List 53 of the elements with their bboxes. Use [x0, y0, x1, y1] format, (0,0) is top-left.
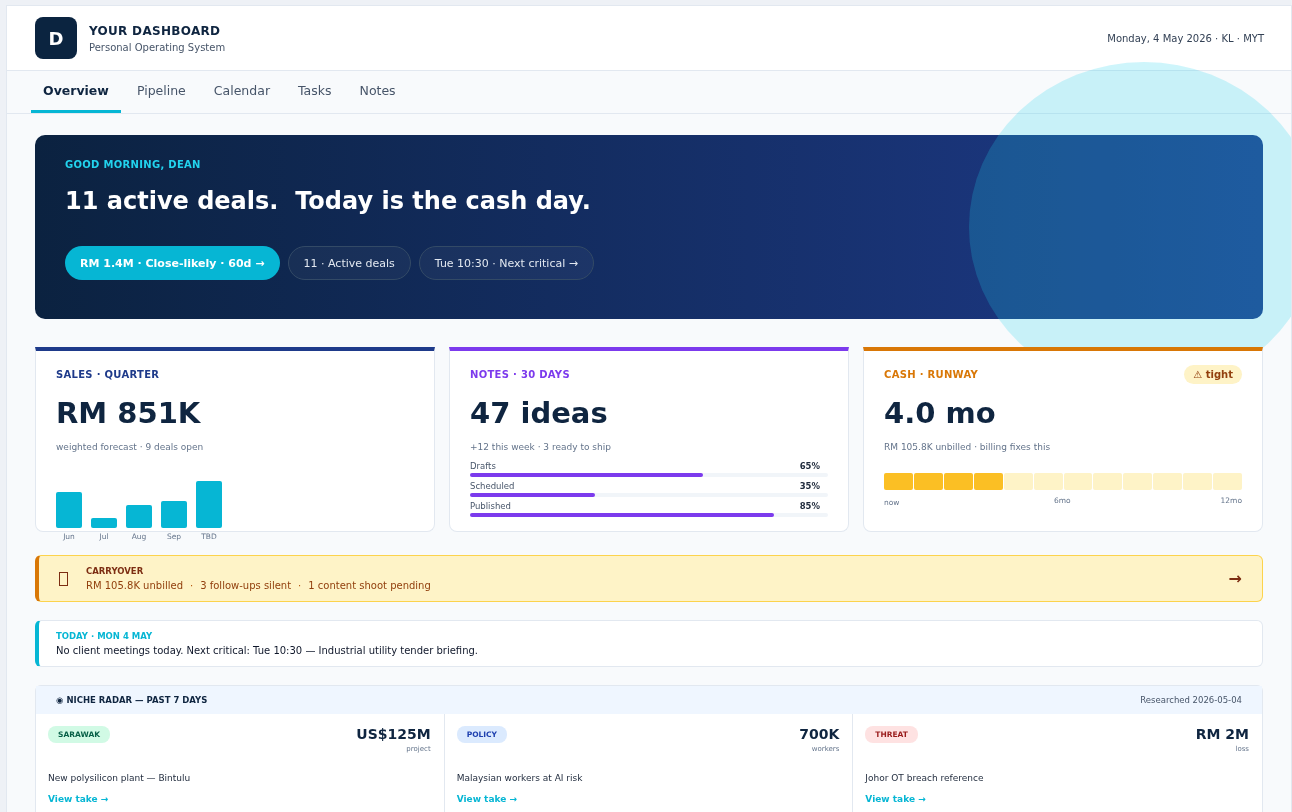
carryover-item: 1 content shoot pending	[308, 580, 431, 591]
progress-reading: 85%	[799, 501, 820, 511]
nav-tab[interactable]: Overview	[31, 71, 121, 113]
carryover-banner[interactable]: CARRYOVER RM 105.8K unbilled · 3 follow-ups silent · 1 content shoot pending →	[35, 555, 1263, 602]
card-value: 47 ideas	[470, 396, 609, 430]
radar-headline: New polysilicon plant — Bintulu	[48, 773, 192, 783]
radar-value: 700K	[799, 726, 840, 742]
nav-tab[interactable]: Calendar	[201, 71, 283, 113]
arrow-icon: →	[1228, 569, 1242, 588]
nav-tab[interactable]: Tasks	[286, 71, 344, 113]
card-title: NOTES · 30 DAYS	[470, 369, 571, 380]
today-text: No client meetings today. Next critical: Tue 10:30 — Industrial utility tender briefing.	[56, 645, 479, 656]
card-caption: +12 this week · 3 ready to ship	[470, 442, 612, 452]
card-value: RM 851K	[56, 396, 202, 430]
date-text: Monday, 4 May 2026 · KL · MYT	[1107, 32, 1264, 44]
month-bar	[56, 492, 82, 528]
radar-title: ◉ NICHE RADAR — PAST 7 DAYS	[56, 695, 208, 705]
researched-date: Researched 2026-05-04	[1140, 695, 1242, 705]
radar-value: RM 2M	[1195, 726, 1249, 742]
radar-headline: Malaysian workers at AI risk	[456, 773, 584, 783]
carryover-item: 3 follow-ups silent	[200, 580, 292, 591]
logo-badge: D	[35, 17, 77, 59]
progress-reading: 35%	[799, 481, 820, 491]
card-title: CASH · RUNWAY	[884, 369, 979, 380]
today-title: TODAY · MON 4 MAY	[56, 631, 154, 641]
separator-dot: ·	[298, 580, 302, 591]
progress-reading: 65%	[799, 461, 820, 471]
nav-tab[interactable]: Notes	[347, 71, 408, 113]
card-value: 4.0 mo	[884, 396, 997, 430]
dashboard-subtitle: Personal Operating System	[89, 41, 226, 53]
nav-tab[interactable]: Pipeline	[124, 71, 198, 113]
month-bar	[196, 481, 222, 528]
radar-headline: Johor OT breach reference	[865, 773, 985, 783]
warning-badge: ⚠ tight	[1184, 365, 1242, 384]
carryover-item: RM 105.8K unbilled	[86, 580, 183, 591]
greeting-text: GOOD MORNING, DEAN	[65, 159, 202, 170]
radar-value: US$125M	[356, 726, 431, 742]
month-bar	[91, 518, 117, 528]
progress-label: Published	[470, 501, 511, 511]
hero-pill-button[interactable]: Tue 10:30 · Next critical →	[418, 246, 594, 280]
carryover-title: CARRYOVER	[86, 566, 145, 576]
separator-dot: ·	[190, 580, 194, 591]
card-caption: weighted forecast · 9 deals open	[56, 442, 205, 452]
month-bar	[126, 505, 152, 528]
glyph-icon	[59, 571, 68, 586]
progress-label: Scheduled	[470, 481, 515, 491]
card-title: SALES · QUARTER	[56, 369, 161, 380]
progress-label: Drafts	[470, 461, 496, 471]
card-caption: RM 105.8K unbilled · billing fixes this	[884, 442, 1052, 452]
hero-headline: 11 active deals. Today is the cash day.	[65, 187, 592, 215]
dashboard-title: YOUR DASHBOARD	[89, 23, 222, 38]
month-bar	[161, 501, 187, 528]
hero-pill-button[interactable]: 11 · Active deals	[287, 246, 411, 280]
